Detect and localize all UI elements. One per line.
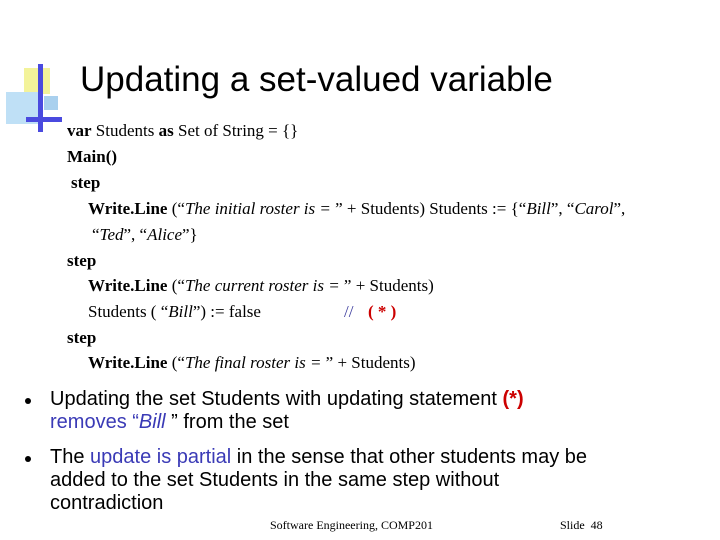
code-main: Main() <box>67 147 118 166</box>
code-string: Carol <box>574 199 614 218</box>
code-keyword: var <box>67 121 92 140</box>
bullet-text: contradiction <box>50 492 164 514</box>
code-keyword: as <box>158 121 174 140</box>
code-text: ”, <box>613 199 626 218</box>
code-text: (“ <box>167 353 185 372</box>
update-marker: ( * ) <box>368 302 397 321</box>
code-line-10: Write.Line (“The final roster is = ” + S… <box>88 350 416 376</box>
code-text: “ <box>92 225 100 244</box>
code-text: ” + Students) <box>343 276 434 295</box>
code-step: step <box>67 251 97 270</box>
code-writeline: Write.Line <box>88 199 168 218</box>
bullet-text: Bill <box>138 411 166 433</box>
bullet-text: Updating the set Students with updating … <box>50 388 503 410</box>
logo-horizontal-bar <box>26 117 62 122</box>
code-string: Bill <box>168 302 193 321</box>
code-string: Bill <box>526 199 551 218</box>
code-text: ” + Students) Students := {“ <box>335 199 527 218</box>
code-line-3: step <box>71 170 100 196</box>
code-text: (“The final roster is = ” + Students) <box>167 353 416 372</box>
logo-small-blue-square <box>44 96 58 110</box>
bullet-icon <box>25 456 31 462</box>
code-string: The final roster is = <box>184 353 326 372</box>
footer-slide-number: Slide 48 <box>560 518 603 533</box>
code-text: ”, “ <box>123 225 148 244</box>
code-line-4: Write.Line (“The initial roster is = ” +… <box>88 196 625 222</box>
code-writeline: Write.Line <box>88 353 168 372</box>
code-text: ”) := false <box>192 302 261 321</box>
code-step: step <box>67 328 97 347</box>
bullet-highlight: update is partial <box>90 446 232 468</box>
code-text: ”, “ <box>550 199 575 218</box>
footer-course: Software Engineering, COMP201 <box>270 518 433 532</box>
slide-label: Slide <box>560 518 585 532</box>
code-line-5: “Ted”, “Alice”} <box>92 222 198 248</box>
code-text: (“The current roster is = ” + Students) <box>167 276 434 295</box>
code-text: Students ( “ <box>88 302 169 321</box>
code-text: Set of String = {} <box>173 121 299 140</box>
bullet-text: added to the set Students in the same st… <box>50 469 500 491</box>
logo-yellow-square <box>24 68 50 94</box>
code-line-1: var Students as Set of String = {} <box>67 118 298 144</box>
bullet-text: in the sense that other students may be <box>231 446 588 468</box>
bullet-text: The <box>50 446 91 468</box>
code-comment: // <box>344 302 354 321</box>
code-text: (“ <box>167 276 185 295</box>
code-text: (“The initial roster is = ” + Students) … <box>167 199 626 218</box>
code-text: (“ <box>167 199 185 218</box>
bullet-1: Updating the set Students with updating … <box>50 388 710 434</box>
code-line-6: step <box>67 248 96 274</box>
code-string: The initial roster is = <box>184 199 336 218</box>
code-line-7: Write.Line (“The current roster is = ” +… <box>88 273 434 299</box>
code-text: ”} <box>182 225 198 244</box>
bullet-text: ” from the set <box>165 411 289 433</box>
code-string: Alice <box>147 225 183 244</box>
code-line-9: step <box>67 325 96 351</box>
slide-title: Updating a set-valued variable <box>80 60 553 99</box>
bullet-text: removes “ <box>50 411 139 433</box>
code-writeline: Write.Line <box>88 276 168 295</box>
code-text: Students <box>91 121 159 140</box>
code-step: step <box>71 173 101 192</box>
code-string: Ted <box>99 225 124 244</box>
bullet-2: The update is partial in the sense that … <box>50 446 710 515</box>
code-line-8: Students ( “Bill”) := false <box>88 299 261 325</box>
code-string: The current roster is = <box>184 276 344 295</box>
update-marker-ref: (*) <box>502 388 524 410</box>
code-line-2: Main() <box>67 144 117 170</box>
bullet-icon <box>25 398 31 404</box>
slide-number: 48 <box>590 518 603 532</box>
code-text: ” + Students) <box>325 353 416 372</box>
